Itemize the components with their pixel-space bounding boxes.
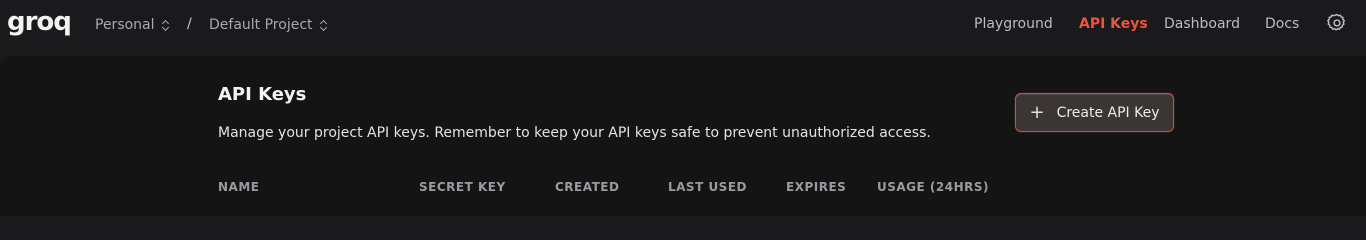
chevron-updown-icon [162,19,170,31]
column-header-expires: EXPIRES [786,180,847,194]
gear-icon[interactable] [1326,12,1348,34]
column-header-created: CREATED [555,180,620,194]
project-selector-label: Default Project [209,17,313,33]
nav-dashboard[interactable]: Dashboard [1164,15,1240,33]
create-api-key-label: Create API Key [1056,104,1160,121]
nav-api-keys[interactable]: API Keys [1079,15,1148,33]
org-selector-label: Personal [95,17,155,33]
page-description: Manage your project API keys. Remember t… [218,125,931,141]
nav-docs[interactable]: Docs [1265,15,1299,33]
org-selector[interactable]: Personal [95,16,170,34]
chevron-updown-icon [320,19,328,31]
column-header-name: NAME [218,180,260,194]
project-selector[interactable]: Default Project [209,16,328,34]
column-header-secret-key: SECRET KEY [419,180,506,194]
plus-icon: + [1029,101,1045,123]
breadcrumb-separator: / [187,16,192,32]
create-api-key-button[interactable]: + Create API Key [1015,93,1174,132]
nav-playground[interactable]: Playground [974,15,1053,33]
column-header-usage: USAGE (24HRS) [877,180,989,194]
column-header-last-used: LAST USED [668,180,747,194]
groq-logo[interactable]: groq [7,9,72,35]
page-title: API Keys [218,84,307,105]
top-navigation-bar: groq Personal / Default Project Playgrou… [0,0,1366,48]
